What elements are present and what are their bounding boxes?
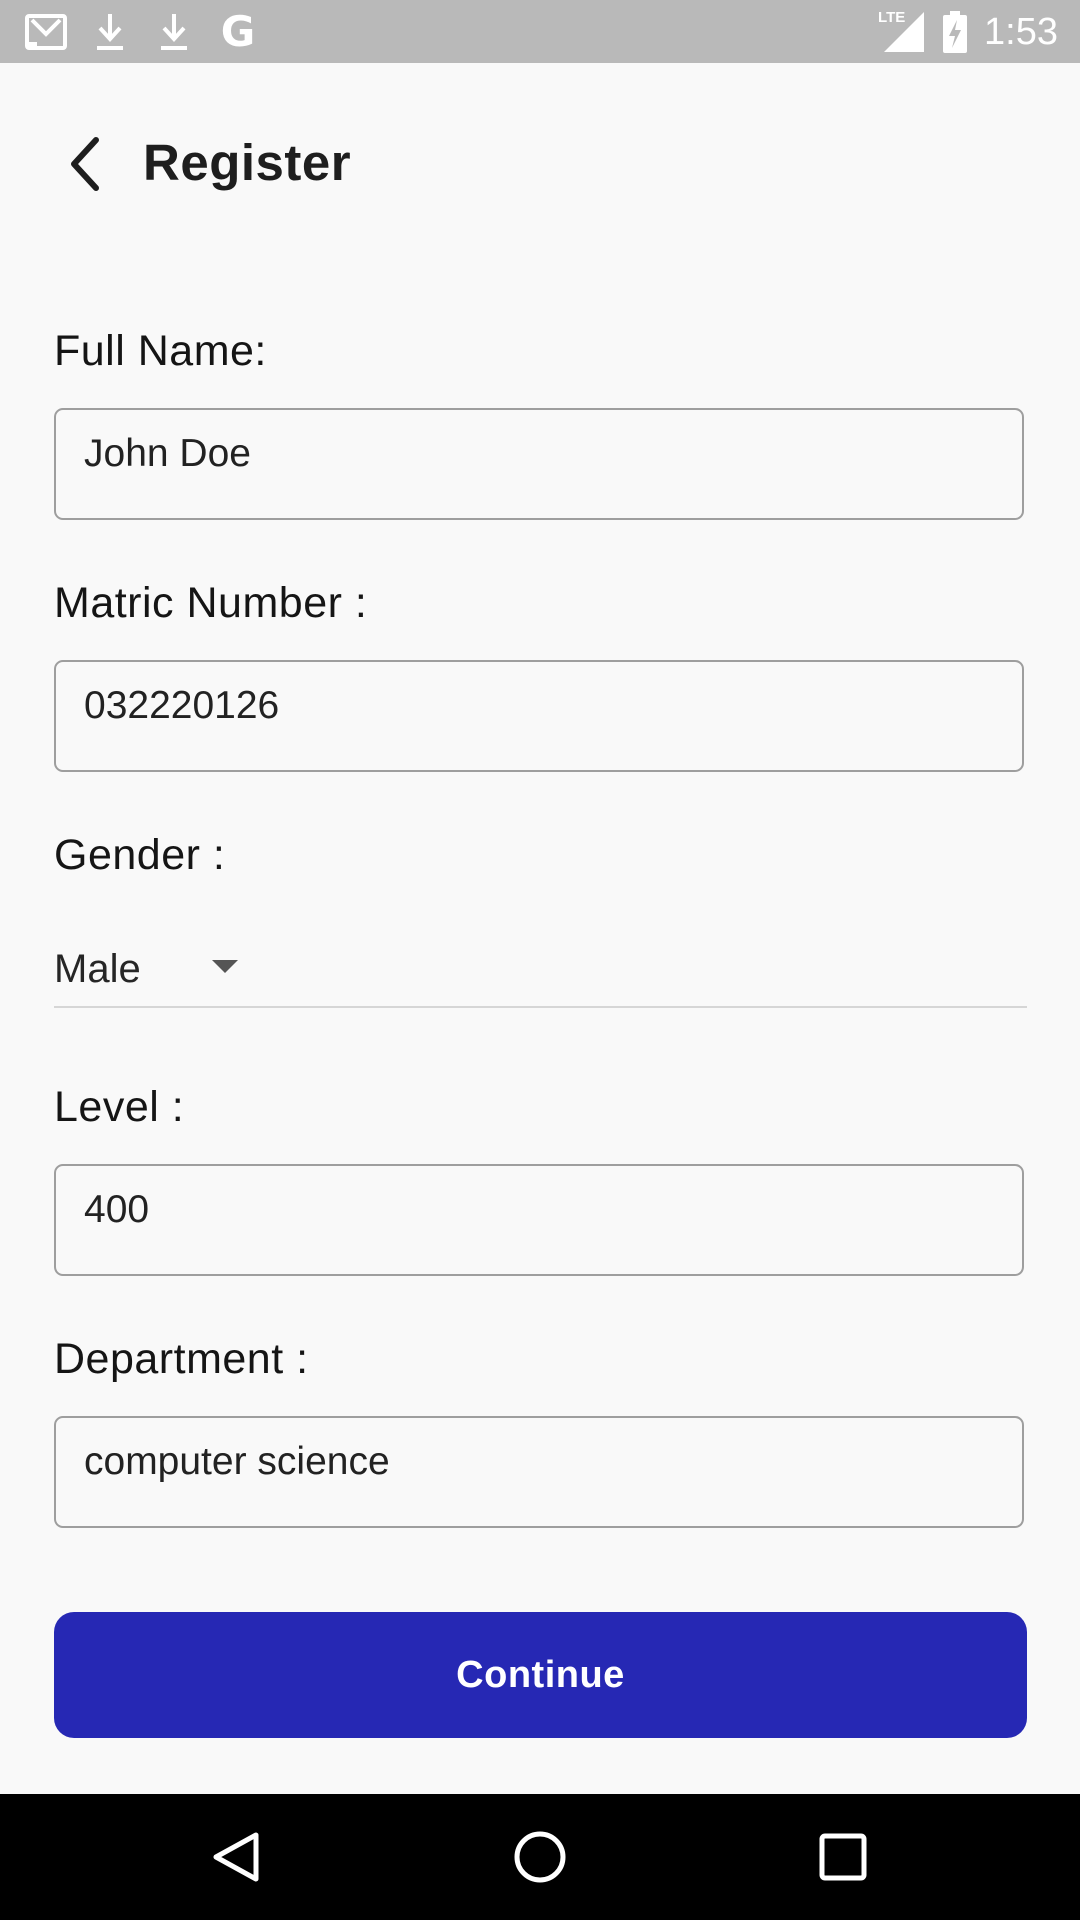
department-input[interactable] xyxy=(54,1416,1024,1528)
network-type-label: LTE xyxy=(878,9,908,26)
gmail-icon xyxy=(24,10,68,54)
department-label: Department : xyxy=(54,1335,309,1383)
nav-back-button[interactable] xyxy=(206,1827,266,1887)
gender-label: Gender : xyxy=(54,831,226,879)
google-icon: G xyxy=(220,7,256,56)
status-bar: G LTE 1:53 xyxy=(0,0,1080,63)
clock: 1:53 xyxy=(984,11,1058,53)
register-screen: G LTE 1:53 Register Full Name: John Doe … xyxy=(0,0,1080,1920)
nav-home-icon xyxy=(514,1831,566,1883)
back-arrow-icon xyxy=(71,137,99,191)
download-icon xyxy=(152,10,196,54)
full-name-input[interactable] xyxy=(54,408,1024,520)
gender-select[interactable]: Male xyxy=(54,930,1027,1008)
page-title: Register xyxy=(143,134,352,191)
nav-home-button[interactable] xyxy=(510,1827,570,1887)
lte-signal-icon: LTE xyxy=(878,9,926,54)
nav-recents-button[interactable] xyxy=(813,1827,873,1887)
level-label: Level : xyxy=(54,1083,185,1131)
navigation-bar xyxy=(0,1794,1080,1920)
continue-button[interactable]: Continue xyxy=(54,1612,1027,1738)
back-button[interactable] xyxy=(54,126,114,202)
notification-icons: G xyxy=(24,10,260,54)
battery-charging-icon xyxy=(942,10,968,54)
nav-recents-icon xyxy=(819,1833,867,1881)
nav-back-icon xyxy=(213,1832,259,1882)
dropdown-caret-icon xyxy=(212,960,238,973)
matric-number-label: Matric Number : xyxy=(54,579,368,627)
matric-number-input[interactable] xyxy=(54,660,1024,772)
gender-selected-value: Male xyxy=(54,947,141,991)
full-name-label: Full Name: xyxy=(54,327,267,375)
level-input[interactable] xyxy=(54,1164,1024,1276)
download-icon xyxy=(88,10,132,54)
system-icons: LTE 1:53 xyxy=(878,8,1058,56)
